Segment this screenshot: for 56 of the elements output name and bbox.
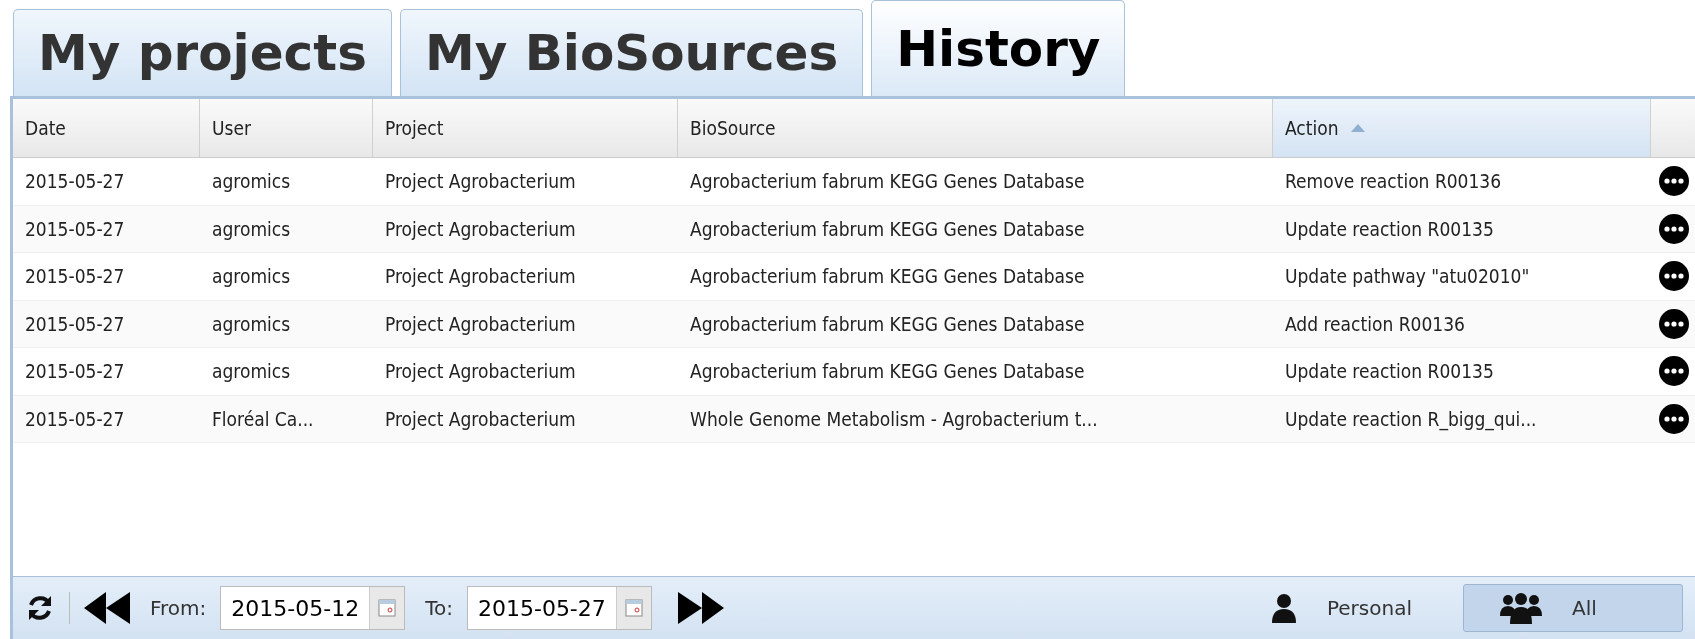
column-header[interactable]: User [200,99,373,157]
table-cell-text: 2015-05-27 [24,359,126,385]
more-options-icon[interactable] [1659,356,1689,387]
table-cell-text: Update pathway "atu02010" [1284,264,1531,290]
more-options-icon[interactable] [1659,403,1689,434]
column-header[interactable]: Action [1273,99,1651,157]
tab[interactable]: History [871,0,1126,96]
table-cell-text: 2015-05-27 [24,216,126,242]
table-cell-text: Project Agrobacterium [384,406,577,432]
table-cell-text: 2015-05-27 [24,311,126,337]
table-cell-text: agromics [211,311,292,337]
tab[interactable]: My projects [13,9,392,96]
table-cell-text: Whole Genome Metabolism - Agrobacterium t... [689,406,1099,432]
sort-ascending-icon [1350,124,1365,132]
table-cell-text: Project Agrobacterium [384,169,577,195]
next-icon[interactable] [677,592,724,624]
previous-icon[interactable] [84,592,130,624]
more-options-icon[interactable] [1659,308,1689,339]
from-date-field[interactable]: 2015-05-12 [220,586,406,630]
column-header[interactable]: Date [13,99,200,157]
more-options-icon[interactable] [1659,261,1689,292]
column-header[interactable]: Project [373,99,678,157]
calendar-icon[interactable] [624,599,643,617]
table-cell-text: Agrobacterium fabrum KEGG Genes Database [689,264,1086,290]
table-cell-text: agromics [211,169,292,195]
tab[interactable]: My BioSources [399,9,864,96]
filter-toggle[interactable]: Personal [1233,584,1449,632]
table-cell-text: Agrobacterium fabrum KEGG Genes Database [689,169,1086,195]
calendar-icon[interactable] [378,599,397,617]
table-cell-text: Project Agrobacterium [384,311,577,337]
table-cell-text: 2015-05-27 [24,264,126,290]
more-options-icon[interactable] [1659,213,1689,244]
table-cell-text: 2015-05-27 [24,169,126,195]
table-cell-text: Agrobacterium fabrum KEGG Genes Database [689,311,1086,337]
from-label: From: [150,596,207,620]
table-cell-text: Project Agrobacterium [384,264,577,290]
table-cell-text: agromics [211,359,292,385]
person-icon [1270,593,1297,623]
table-cell-text: Add reaction R00136 [1284,311,1466,337]
table-cell-text: agromics [211,216,292,242]
table-cell-text: Agrobacterium fabrum KEGG Genes Database [689,359,1086,385]
table-cell-text: Update reaction R00135 [1284,359,1495,385]
filter-toggle[interactable]: All [1463,584,1683,632]
table-cell-text: Update reaction R_bigg_qui... [1284,406,1538,433]
to-label: To: [425,596,453,620]
table-cell-text: Project Agrobacterium [384,359,577,385]
table-cell-text: agromics [211,264,292,290]
people-icon [1500,592,1542,624]
more-options-icon[interactable] [1659,166,1689,197]
table-cell-text: Floréal Ca... [211,406,315,432]
table-cell-text: 2015-05-27 [24,406,126,432]
to-date-field[interactable]: 2015-05-27 [466,586,652,630]
table-cell-text: Agrobacterium fabrum KEGG Genes Database [689,216,1086,242]
table-cell-text: Update reaction R00135 [1284,216,1495,242]
table-cell-text: Remove reaction R00136 [1284,169,1503,195]
table-cell-text: Project Agrobacterium [384,216,577,242]
